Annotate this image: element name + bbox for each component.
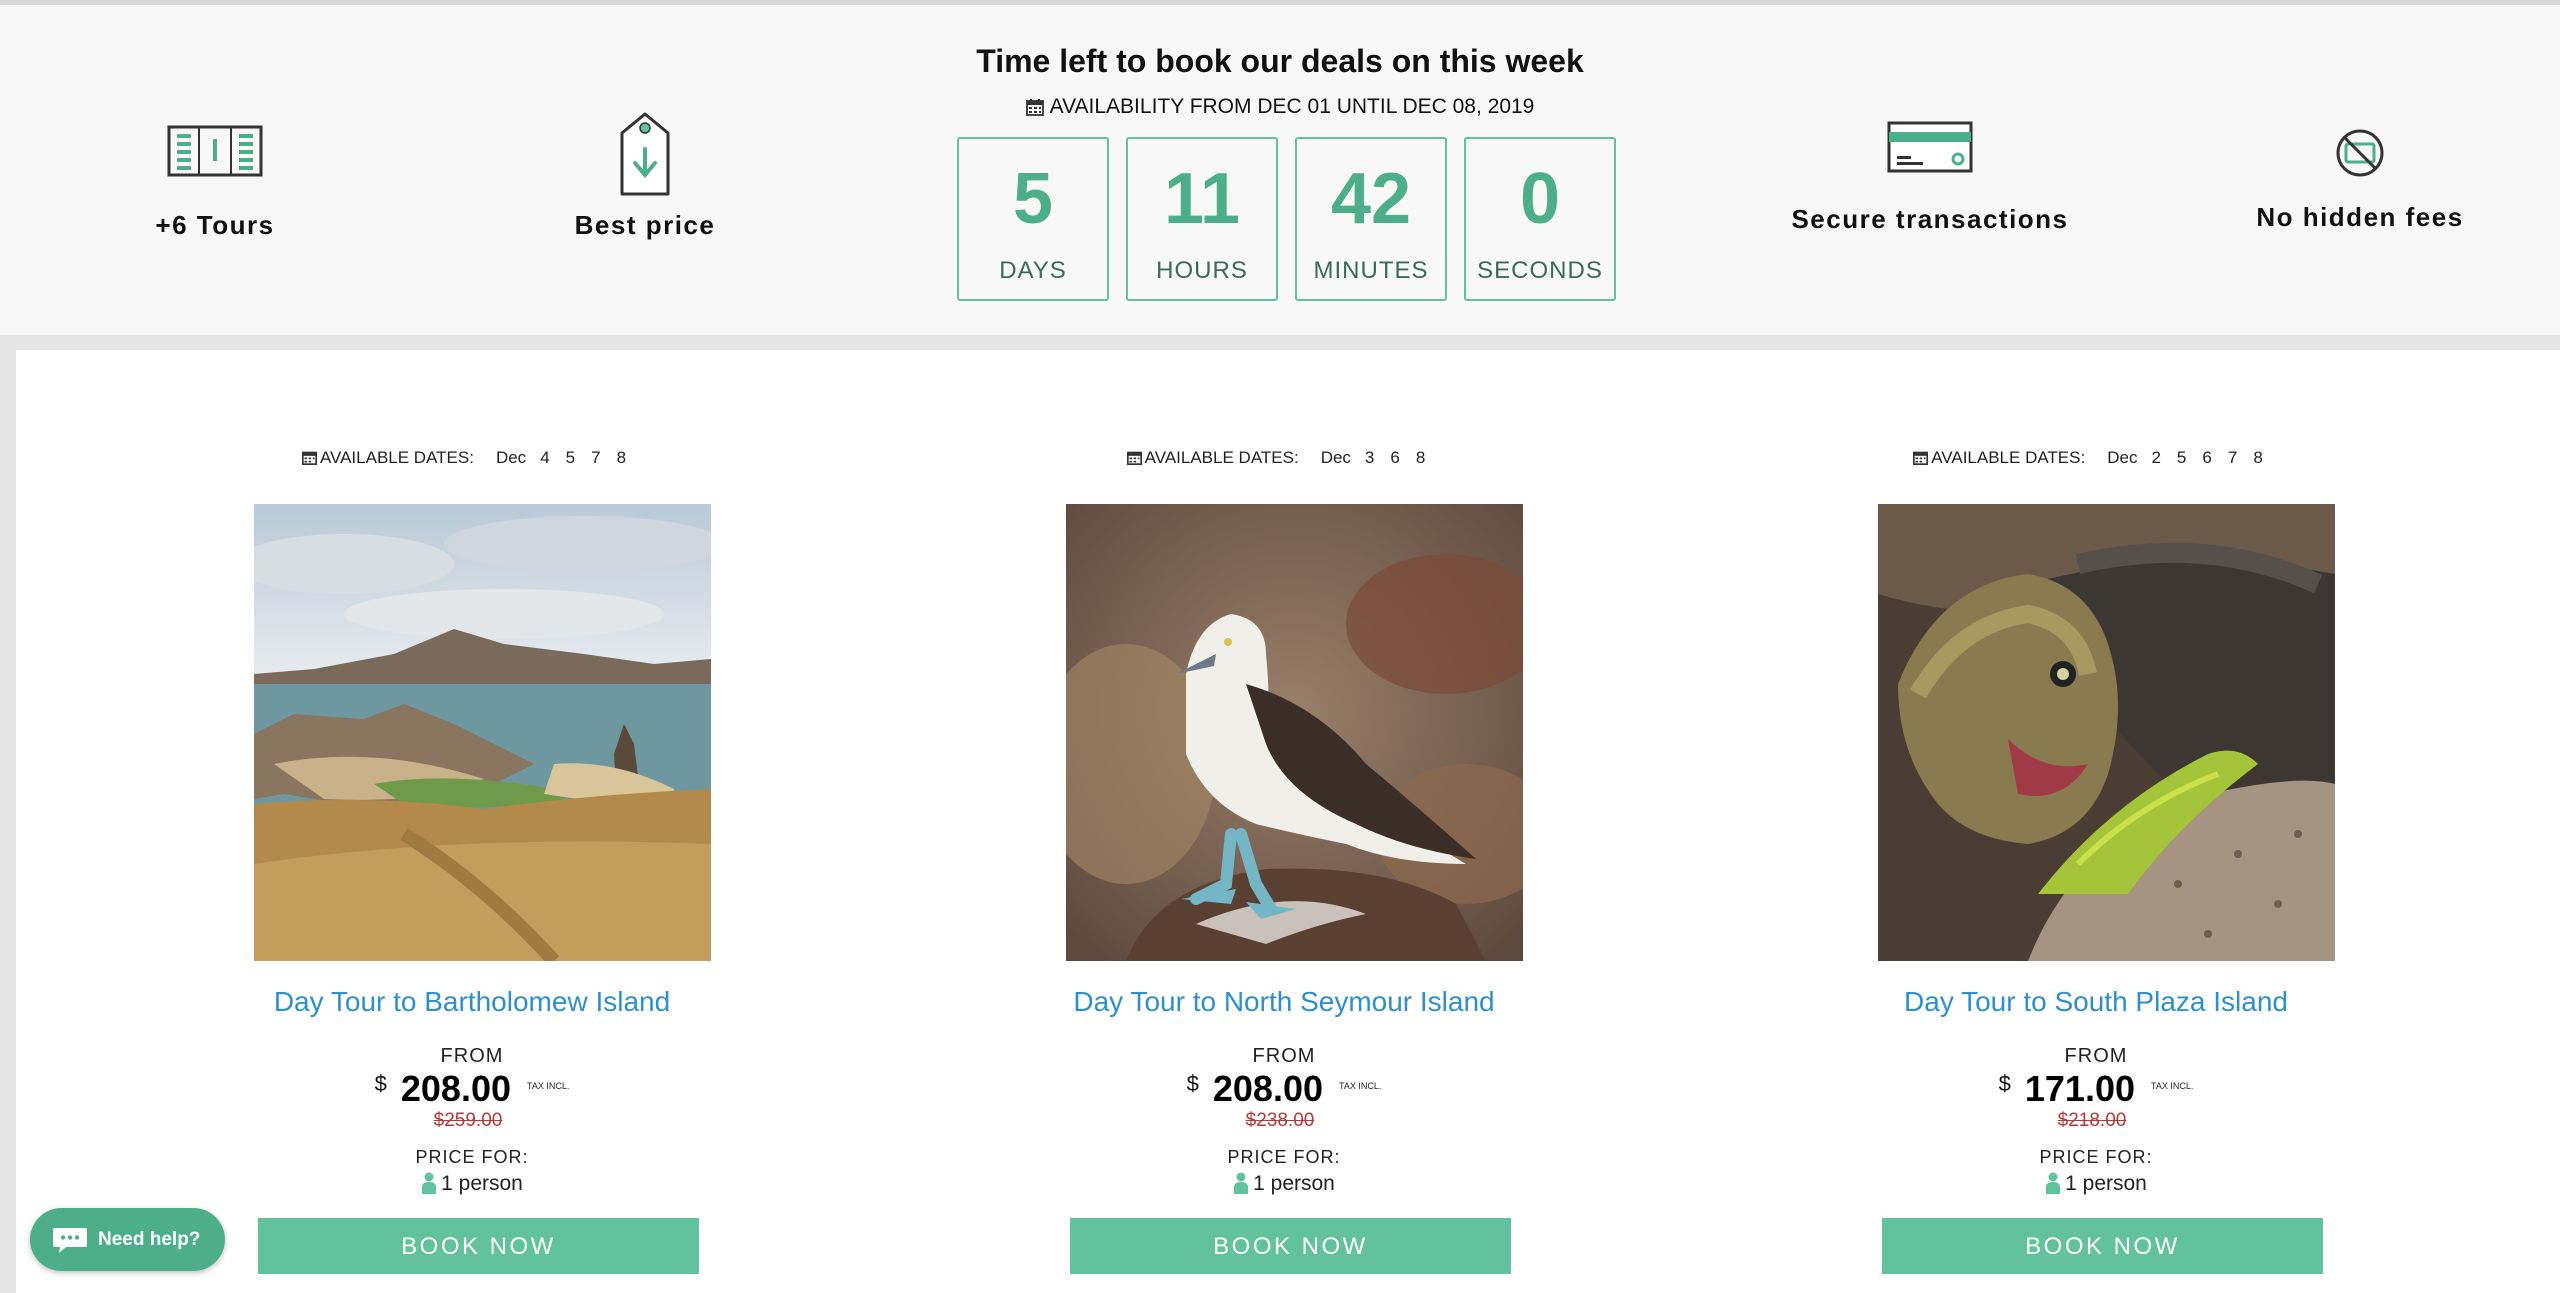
price-from-label: FROM — [1252, 1045, 1316, 1067]
date-day[interactable]: 8 — [2253, 448, 2262, 467]
feature-label: Secure transactions — [1791, 204, 2069, 234]
price: $208.00 TAX INCL. — [1024, 1068, 1544, 1110]
product-title[interactable]: Day Tour to Bartholomew Island — [212, 986, 732, 1018]
feature-best-price: Best price — [560, 111, 730, 241]
countdown-minutes: 42 MINUTES — [1295, 137, 1447, 301]
countdown-unit: DAYS — [999, 257, 1067, 284]
product-image-north-seymour[interactable] — [1066, 504, 1523, 961]
countdown-days: 5 DAYS — [957, 137, 1109, 301]
currency-symbol: $ — [1998, 1071, 2011, 1096]
date-day[interactable]: 5 — [566, 448, 575, 467]
price-for-label: PRICE FOR: — [1227, 1147, 1341, 1167]
person-icon — [1234, 1172, 1249, 1194]
countdown-value: 5 — [1012, 159, 1054, 239]
countdown-unit: SECONDS — [1477, 257, 1603, 284]
blue-footed-booby-image — [1066, 504, 1523, 961]
available-dates: AVAILABLE DATES: Dec 2 5 6 7 8 — [1836, 448, 2356, 468]
price-amount: 208.00 — [1212, 1068, 1323, 1109]
book-now-button[interactable]: BOOK NOW — [258, 1218, 699, 1274]
feature-label: Best price — [574, 210, 716, 240]
dates-month: Dec — [495, 448, 527, 467]
chat-bubble-icon — [53, 1228, 87, 1253]
tax-note: TAX INCL. — [2151, 1081, 2194, 1091]
feature-label: +6 Tours — [155, 210, 275, 240]
countdown-unit: HOURS — [1156, 257, 1248, 284]
need-help-label: Need help? — [98, 1229, 201, 1250]
price-from-label: FROM — [2064, 1045, 2128, 1067]
person-count: 1 person — [212, 1172, 732, 1196]
date-day[interactable]: 6 — [1390, 448, 1399, 467]
dates-label: AVAILABLE DATES: — [1144, 448, 1299, 467]
person-count: 1 person — [1024, 1172, 1544, 1196]
countdown-seconds: 0 SECONDS — [1464, 137, 1616, 301]
date-day[interactable]: 5 — [2177, 448, 2186, 467]
countdown-unit: MINUTES — [1313, 257, 1429, 284]
date-day[interactable]: 2 — [2151, 448, 2160, 467]
no-fees-icon — [2336, 129, 2384, 177]
countdown-value: 11 — [1163, 159, 1241, 239]
land-iguana-image — [1878, 504, 2335, 961]
available-dates: AVAILABLE DATES: Dec 4 5 7 8 — [212, 448, 732, 468]
price-amount: 171.00 — [2024, 1068, 2135, 1109]
dates-label: AVAILABLE DATES: — [1931, 448, 2086, 467]
deals-header: +6 Tours Best price Secure transactions … — [0, 5, 2560, 335]
price: $171.00 TAX INCL. — [1836, 1068, 2356, 1110]
calendar-icon — [1025, 99, 1044, 116]
book-now-button[interactable]: BOOK NOW — [1882, 1218, 2323, 1274]
availability-text: AVAILABILITY FROM DEC 01 UNTIL DEC 08, 2… — [1049, 95, 1535, 118]
price-for-label: PRICE FOR: — [415, 1147, 529, 1167]
island-landscape-image — [254, 504, 711, 961]
tours-icon — [167, 125, 263, 177]
price-amount: 208.00 — [400, 1068, 511, 1109]
date-day[interactable]: 7 — [2228, 448, 2237, 467]
dates-month: Dec — [2107, 448, 2138, 467]
price-for-label: PRICE FOR: — [2039, 1147, 2153, 1167]
countdown-hours: 11 HOURS — [1126, 137, 1278, 301]
persons-text: 1 person — [2065, 1172, 2147, 1195]
deal-title: Time left to book our deals on this week — [976, 43, 1584, 79]
calendar-icon — [1126, 451, 1142, 465]
persons-text: 1 person — [441, 1172, 523, 1195]
available-dates: AVAILABLE DATES: Dec 3 6 8 — [1024, 448, 1544, 468]
countdown-value: 42 — [1330, 159, 1412, 239]
tax-note: TAX INCL. — [527, 1081, 570, 1091]
price-from-label: FROM — [440, 1045, 504, 1067]
dates-label: AVAILABLE DATES: — [319, 448, 474, 467]
date-day[interactable]: 3 — [1365, 448, 1374, 467]
currency-symbol: $ — [374, 1071, 387, 1096]
credit-card-icon — [1887, 121, 1973, 173]
tax-note: TAX INCL. — [1339, 1081, 1382, 1091]
person-icon — [422, 1172, 437, 1194]
countdown-value: 0 — [1519, 159, 1561, 239]
product-title[interactable]: Day Tour to South Plaza Island — [1836, 986, 2356, 1018]
product-image-bartholomew[interactable] — [254, 504, 711, 961]
feature-no-fees: No hidden fees — [2230, 127, 2490, 233]
feature-tours: +6 Tours — [130, 125, 300, 241]
availability-range: AVAILABILITY FROM DEC 01 UNTIL DEC 08, 2… — [0, 95, 2560, 119]
date-day[interactable]: 8 — [617, 448, 626, 467]
date-day[interactable]: 4 — [540, 448, 549, 467]
product-image-south-plaza[interactable] — [1878, 504, 2335, 961]
calendar-icon — [301, 451, 317, 465]
product-list: AVAILABLE DATES: Dec 4 5 7 8 Day Tour to… — [16, 350, 2560, 1293]
date-day[interactable]: 7 — [591, 448, 600, 467]
old-price: $259.00 — [433, 1110, 503, 1131]
old-price: $218.00 — [2057, 1110, 2127, 1131]
currency-symbol: $ — [1186, 1071, 1199, 1096]
book-now-button[interactable]: BOOK NOW — [1070, 1218, 1511, 1274]
feature-label: No hidden fees — [2256, 202, 2464, 232]
date-day[interactable]: 6 — [2202, 448, 2211, 467]
old-price: $238.00 — [1245, 1110, 1315, 1131]
persons-text: 1 person — [1253, 1172, 1335, 1195]
date-day[interactable]: 8 — [1416, 448, 1425, 467]
price-tag-icon — [620, 112, 670, 196]
product-title[interactable]: Day Tour to North Seymour Island — [1024, 986, 1544, 1018]
person-count: 1 person — [1836, 1172, 2356, 1196]
need-help-chat-button[interactable]: Need help? — [30, 1208, 225, 1271]
person-icon — [2046, 1172, 2061, 1194]
dates-month: Dec — [1320, 448, 1351, 467]
calendar-icon — [1913, 451, 1929, 465]
feature-secure: Secure transactions — [1780, 121, 2080, 235]
price: $208.00 TAX INCL. — [212, 1068, 732, 1110]
